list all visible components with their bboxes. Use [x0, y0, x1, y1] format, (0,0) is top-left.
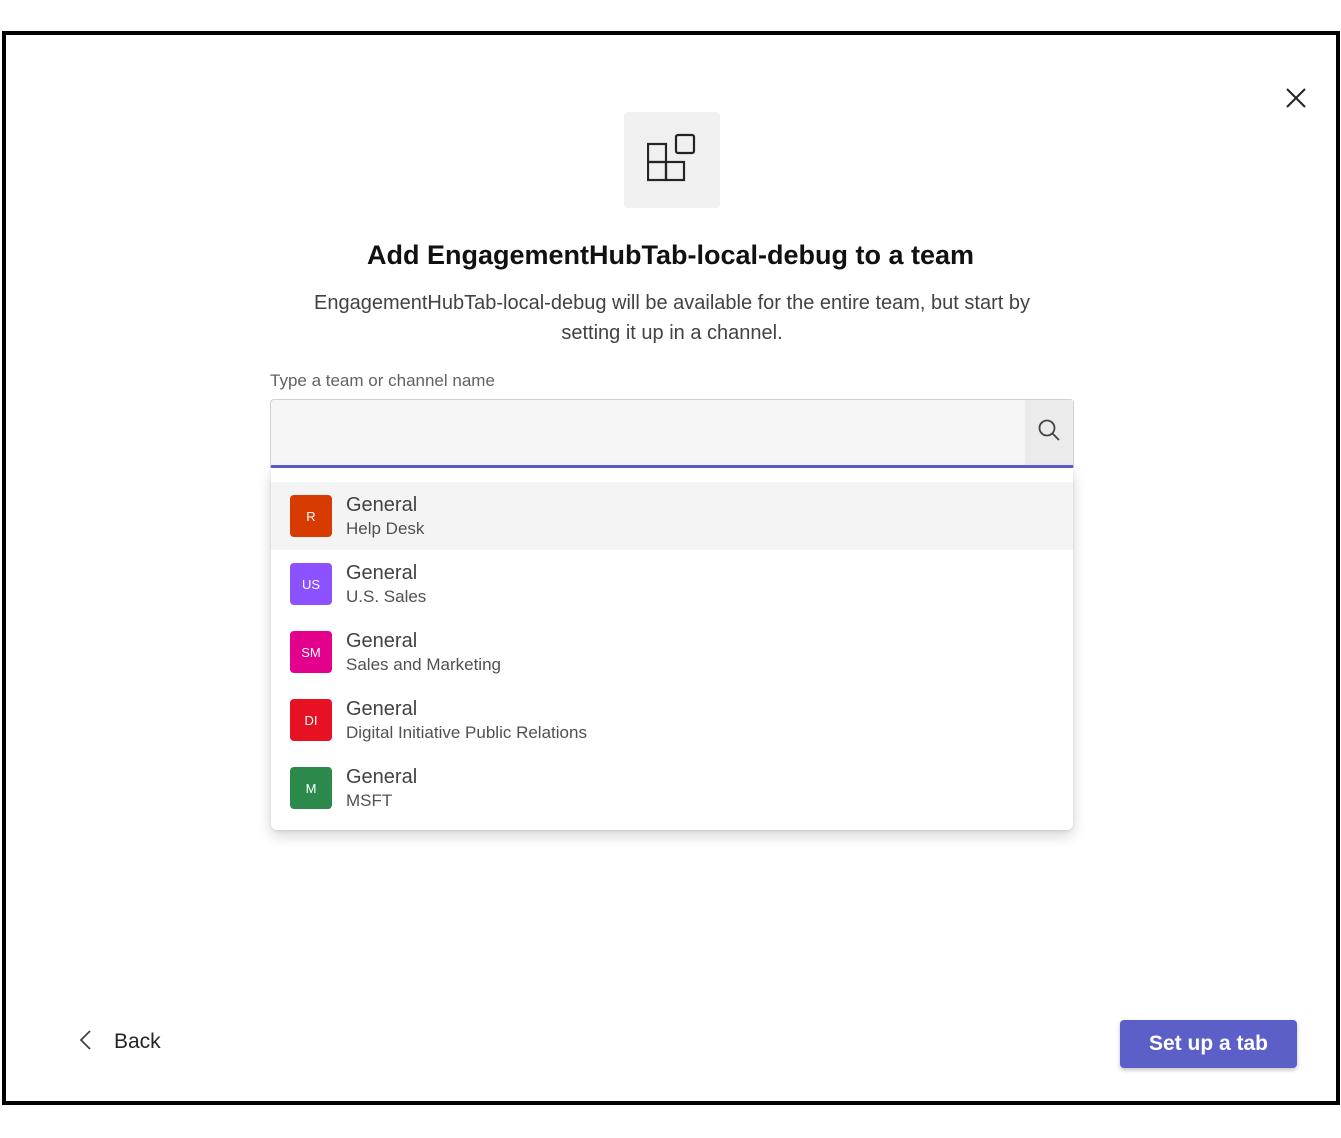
team-name: Sales and Marketing	[346, 655, 501, 674]
set-up-tab-button[interactable]: Set up a tab	[1120, 1020, 1297, 1068]
back-label[interactable]: Back	[114, 1030, 161, 1054]
team-name: Help Desk	[346, 519, 425, 538]
close-button[interactable]	[1280, 84, 1312, 116]
dialog-subtitle: EngagementHubTab-local-debug will be ava…	[314, 292, 1030, 344]
search-icon[interactable]	[1037, 418, 1061, 447]
dialog-title: Add EngagementHubTab-local-debug to a te…	[366, 240, 975, 270]
team-avatar: SM	[290, 631, 332, 673]
channel-name: General	[346, 630, 418, 652]
result-item[interactable]: DI General Digital Initiative Public Rel…	[271, 686, 1073, 754]
team-name: U.S. Sales	[346, 587, 427, 606]
team-avatar: M	[290, 767, 332, 809]
back-button[interactable]: Back	[76, 1022, 161, 1062]
channel-name: General	[346, 562, 418, 584]
app-icon-tile	[624, 112, 720, 208]
result-item[interactable]: US General U.S. Sales	[271, 550, 1073, 618]
team-avatar: R	[290, 495, 332, 537]
team-avatar: DI	[290, 699, 332, 741]
result-item[interactable]: M General MSFT	[271, 754, 1073, 822]
team-name: Digital Initiative Public Relations	[346, 723, 587, 742]
results-dropdown: R General Help Desk US General U.S. Sale…	[271, 468, 1073, 830]
search-box	[270, 399, 1074, 468]
search-label: Type a team or channel name	[270, 371, 495, 390]
result-item[interactable]: SM General Sales and Marketing	[271, 618, 1073, 686]
result-item[interactable]: R General Help Desk	[271, 482, 1073, 550]
team-name: MSFT	[346, 791, 393, 810]
search-input[interactable]	[271, 400, 1025, 465]
close-icon[interactable]	[1285, 87, 1307, 114]
channel-name: General	[346, 698, 418, 720]
search-button[interactable]	[1025, 400, 1073, 465]
team-avatar: US	[290, 563, 332, 605]
channel-name: General	[346, 494, 418, 516]
chevron-left-icon[interactable]	[76, 1029, 96, 1056]
app-grid-icon	[646, 133, 697, 188]
channel-name: General	[346, 766, 418, 788]
